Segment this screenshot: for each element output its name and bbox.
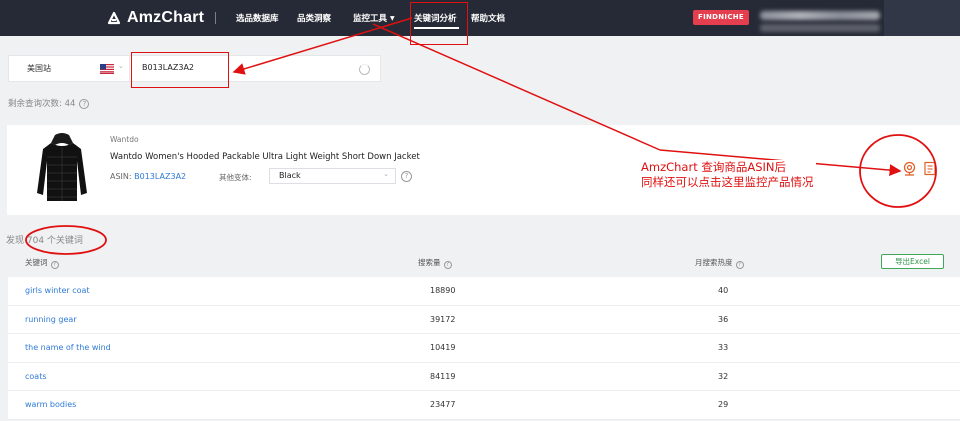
site-label: 美国站 bbox=[27, 64, 51, 73]
us-flag-icon bbox=[100, 64, 114, 74]
annotation-text: AmzChart 查询商品ASIN后 同样还可以点击这里监控产品情况 bbox=[639, 160, 816, 190]
product-card: Wantdo Wantdo Women's Hooded Packable Ul… bbox=[7, 125, 960, 215]
top-navigation-bar: AmzChart 选品数据库 品类洞察 监控工具 ▼ 关键词分析 帮助文档 FIN… bbox=[0, 0, 960, 36]
logo-icon bbox=[107, 11, 121, 25]
site-selector[interactable]: 美国站 ⌄ bbox=[8, 55, 130, 82]
keyword-link[interactable]: coats bbox=[25, 372, 47, 381]
annotation-box-asin bbox=[131, 52, 229, 88]
column-header-volume-label: 搜索量 bbox=[418, 258, 441, 267]
table-row: running gear 39172 36 bbox=[8, 305, 960, 335]
product-title: Wantdo Women's Hooded Packable Ultra Lig… bbox=[110, 152, 420, 162]
chevron-down-icon: ▼ bbox=[390, 15, 395, 22]
keyword-link[interactable]: girls winter coat bbox=[25, 286, 90, 295]
chevron-down-icon: ⌄ bbox=[118, 62, 124, 70]
nav-item-monitor-tools-label: 监控工具 bbox=[353, 14, 388, 24]
chevron-down-icon: ⌄ bbox=[383, 170, 389, 178]
nav-item-help-docs[interactable]: 帮助文档 bbox=[471, 12, 505, 24]
help-icon[interactable]: ? bbox=[79, 99, 90, 109]
search-volume: 39172 bbox=[430, 314, 456, 324]
product-image bbox=[37, 133, 87, 201]
help-icon[interactable]: ? bbox=[735, 261, 744, 269]
product-asin: ASIN: B013LAZ3A2 bbox=[110, 172, 186, 181]
keyword-table-body: girls winter coat 18890 40 running gear … bbox=[8, 277, 960, 420]
search-volume: 10419 bbox=[430, 343, 456, 353]
nav-item-product-database[interactable]: 选品数据库 bbox=[236, 12, 279, 24]
monthly-heat: 40 bbox=[718, 286, 729, 295]
column-header-heat-label: 月搜索热度 bbox=[695, 258, 733, 267]
blurred-account-info-secondary bbox=[760, 24, 880, 32]
keyword-link[interactable]: running gear bbox=[25, 315, 77, 324]
search-volume: 23477 bbox=[430, 400, 456, 410]
help-icon[interactable]: ? bbox=[443, 261, 452, 269]
monitor-product-icon[interactable] bbox=[902, 161, 917, 176]
monthly-heat: 32 bbox=[718, 371, 729, 381]
amzchart-logo[interactable]: AmzChart bbox=[106, 9, 204, 27]
logo-divider bbox=[215, 12, 216, 24]
found-keywords-count: 发现 704 个关键词 bbox=[6, 236, 83, 246]
logo-text: AmzChart bbox=[127, 9, 205, 26]
asin-label: ASIN: bbox=[110, 172, 132, 181]
column-header-keyword: 关键词? bbox=[25, 257, 59, 269]
remaining-queries: 剩余查询次数: 44? bbox=[8, 97, 90, 109]
monthly-heat: 36 bbox=[718, 314, 729, 324]
findniche-button[interactable]: FINDNICHE bbox=[693, 10, 749, 25]
table-row: girls winter coat 18890 40 bbox=[8, 277, 960, 306]
nav-item-category-insight[interactable]: 品类洞察 bbox=[297, 12, 331, 24]
table-row: the name of the wind 10419 33 bbox=[8, 334, 960, 363]
nav-item-monitor-tools[interactable]: 监控工具 ▼ bbox=[353, 12, 395, 24]
variant-help-icon[interactable]: ? bbox=[401, 171, 412, 182]
variant-label: 其他变体: bbox=[219, 173, 252, 182]
keyword-link[interactable]: the name of the wind bbox=[25, 343, 111, 352]
monthly-heat: 33 bbox=[718, 343, 729, 353]
keyword-table-header: 关键词? 搜索量? 月搜索热度? 导出Excel bbox=[8, 250, 960, 275]
column-header-volume: 搜索量? bbox=[418, 257, 452, 269]
column-header-keyword-label: 关键词 bbox=[25, 258, 48, 267]
help-icon[interactable]: ? bbox=[50, 261, 59, 269]
search-volume: 18890 bbox=[430, 286, 456, 295]
table-row: coats 84119 32 bbox=[8, 362, 960, 392]
blurred-account-info bbox=[760, 11, 880, 20]
variant-select[interactable]: Black ⌄ bbox=[269, 168, 396, 184]
annotation-line-2: 同样还可以点击这里监控产品情况 bbox=[641, 175, 814, 189]
product-brand: Wantdo bbox=[110, 135, 139, 144]
monthly-heat: 29 bbox=[718, 400, 729, 410]
keyword-link[interactable]: warm bodies bbox=[25, 400, 76, 409]
column-header-heat: 月搜索热度? bbox=[695, 257, 744, 269]
annotation-box-keyword-nav bbox=[410, 2, 468, 45]
table-row: warm bodies 23477 29 bbox=[8, 391, 960, 420]
blurred-user-area bbox=[884, 0, 960, 36]
asin-link[interactable]: B013LAZ3A2 bbox=[134, 172, 186, 181]
loading-spinner-icon bbox=[359, 64, 370, 75]
search-volume: 84119 bbox=[430, 371, 456, 381]
report-icon[interactable] bbox=[923, 161, 938, 176]
remaining-queries-text: 剩余查询次数: 44 bbox=[8, 99, 76, 109]
export-excel-button[interactable]: 导出Excel bbox=[881, 254, 944, 269]
variant-value: Black bbox=[279, 171, 301, 180]
annotation-line-1: AmzChart 查询商品ASIN后 bbox=[641, 160, 787, 174]
